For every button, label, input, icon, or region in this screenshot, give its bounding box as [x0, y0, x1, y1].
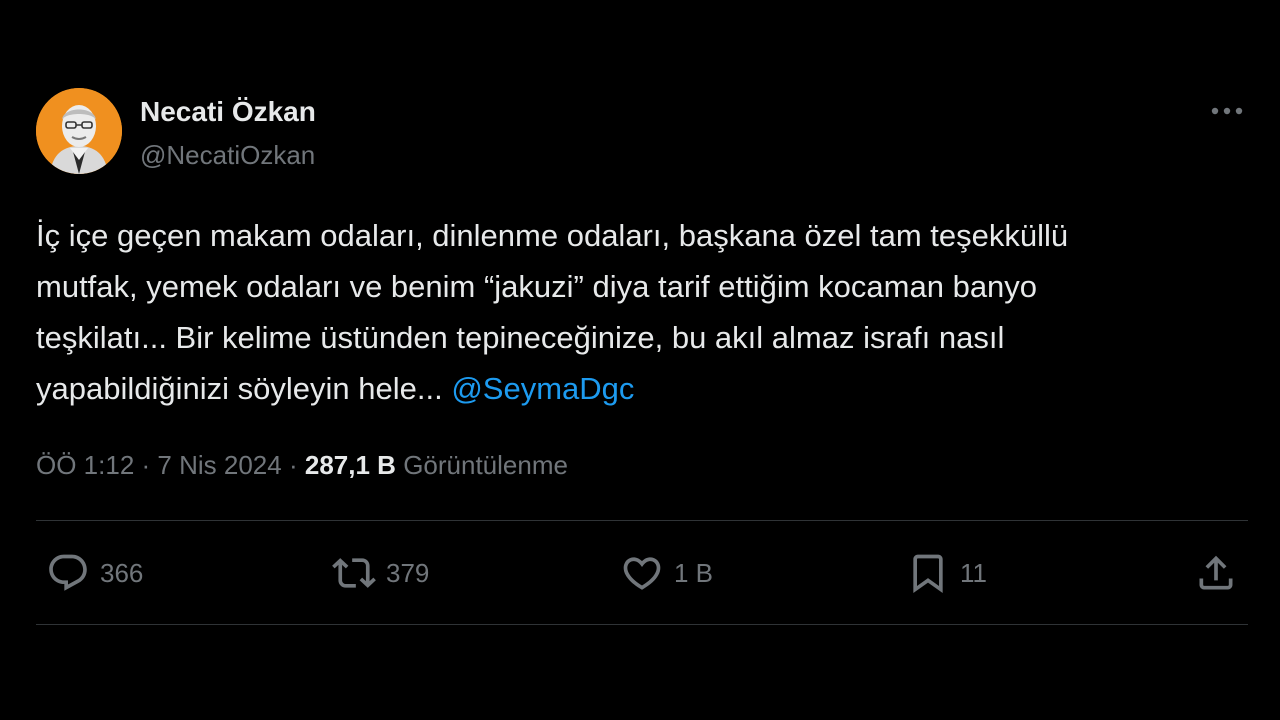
bookmark-count: 11	[960, 557, 987, 588]
tweet-date[interactable]: 7 Nis 2024	[157, 450, 281, 480]
bookmark-button[interactable]: 11	[906, 548, 987, 598]
retweet-icon	[332, 558, 376, 588]
author-name[interactable]: Necati Özkan	[140, 96, 316, 128]
mention-link[interactable]: @SeymaDgc	[451, 371, 634, 406]
share-icon	[1199, 555, 1233, 590]
meta-separator: ·	[141, 450, 151, 480]
tweet-text-line: mutfak, yemek odaları ve benim “jakuzi” …	[36, 269, 1038, 304]
tweet-header: Necati Özkan @NecatiOzkan	[36, 88, 1248, 178]
tweet-text-line: teşkilatı... Bir kelime üstünden tepinec…	[36, 320, 1005, 355]
author-handle[interactable]: @NecatiOzkan	[140, 140, 315, 171]
bookmark-icon	[913, 554, 943, 594]
views-count[interactable]: 287,1 B	[305, 450, 396, 480]
tweet-meta: ÖÖ 1:12 · 7 Nis 2024 · 287,1 B Görüntüle…	[36, 450, 568, 481]
like-button[interactable]: 1 B	[620, 548, 713, 598]
tweet: Necati Özkan @NecatiOzkan İç içe geçen m…	[36, 88, 1248, 625]
more-options-button[interactable]	[1210, 96, 1244, 126]
tweet-text-line-content: yapabildiğinizi söyleyin hele...	[36, 371, 443, 406]
divider	[36, 624, 1248, 625]
like-count: 1 B	[674, 557, 714, 588]
tweet-time[interactable]: ÖÖ 1:12	[36, 450, 134, 480]
retweet-button[interactable]: 379	[332, 548, 429, 598]
views-label: Görüntülenme	[403, 450, 568, 480]
tweet-text: İç içe geçen makam odaları, dinlenme oda…	[36, 210, 1248, 414]
divider	[36, 520, 1248, 521]
avatar[interactable]	[36, 88, 122, 174]
reply-button[interactable]: 366	[46, 548, 143, 598]
reply-icon	[49, 554, 87, 591]
share-button[interactable]	[1194, 548, 1238, 598]
tweet-text-line: İç içe geçen makam odaları, dinlenme oda…	[36, 218, 1069, 253]
tweet-text-line-last: yapabildiğinizi söyleyin hele... @SeymaD…	[36, 363, 1248, 414]
meta-separator: ·	[288, 450, 298, 480]
action-bar: 366 379 1 B 11	[36, 548, 1248, 598]
more-icon	[1211, 107, 1243, 115]
reply-count: 366	[100, 557, 144, 588]
heart-icon	[623, 557, 661, 590]
avatar-image	[36, 88, 122, 174]
retweet-count: 379	[386, 557, 430, 588]
